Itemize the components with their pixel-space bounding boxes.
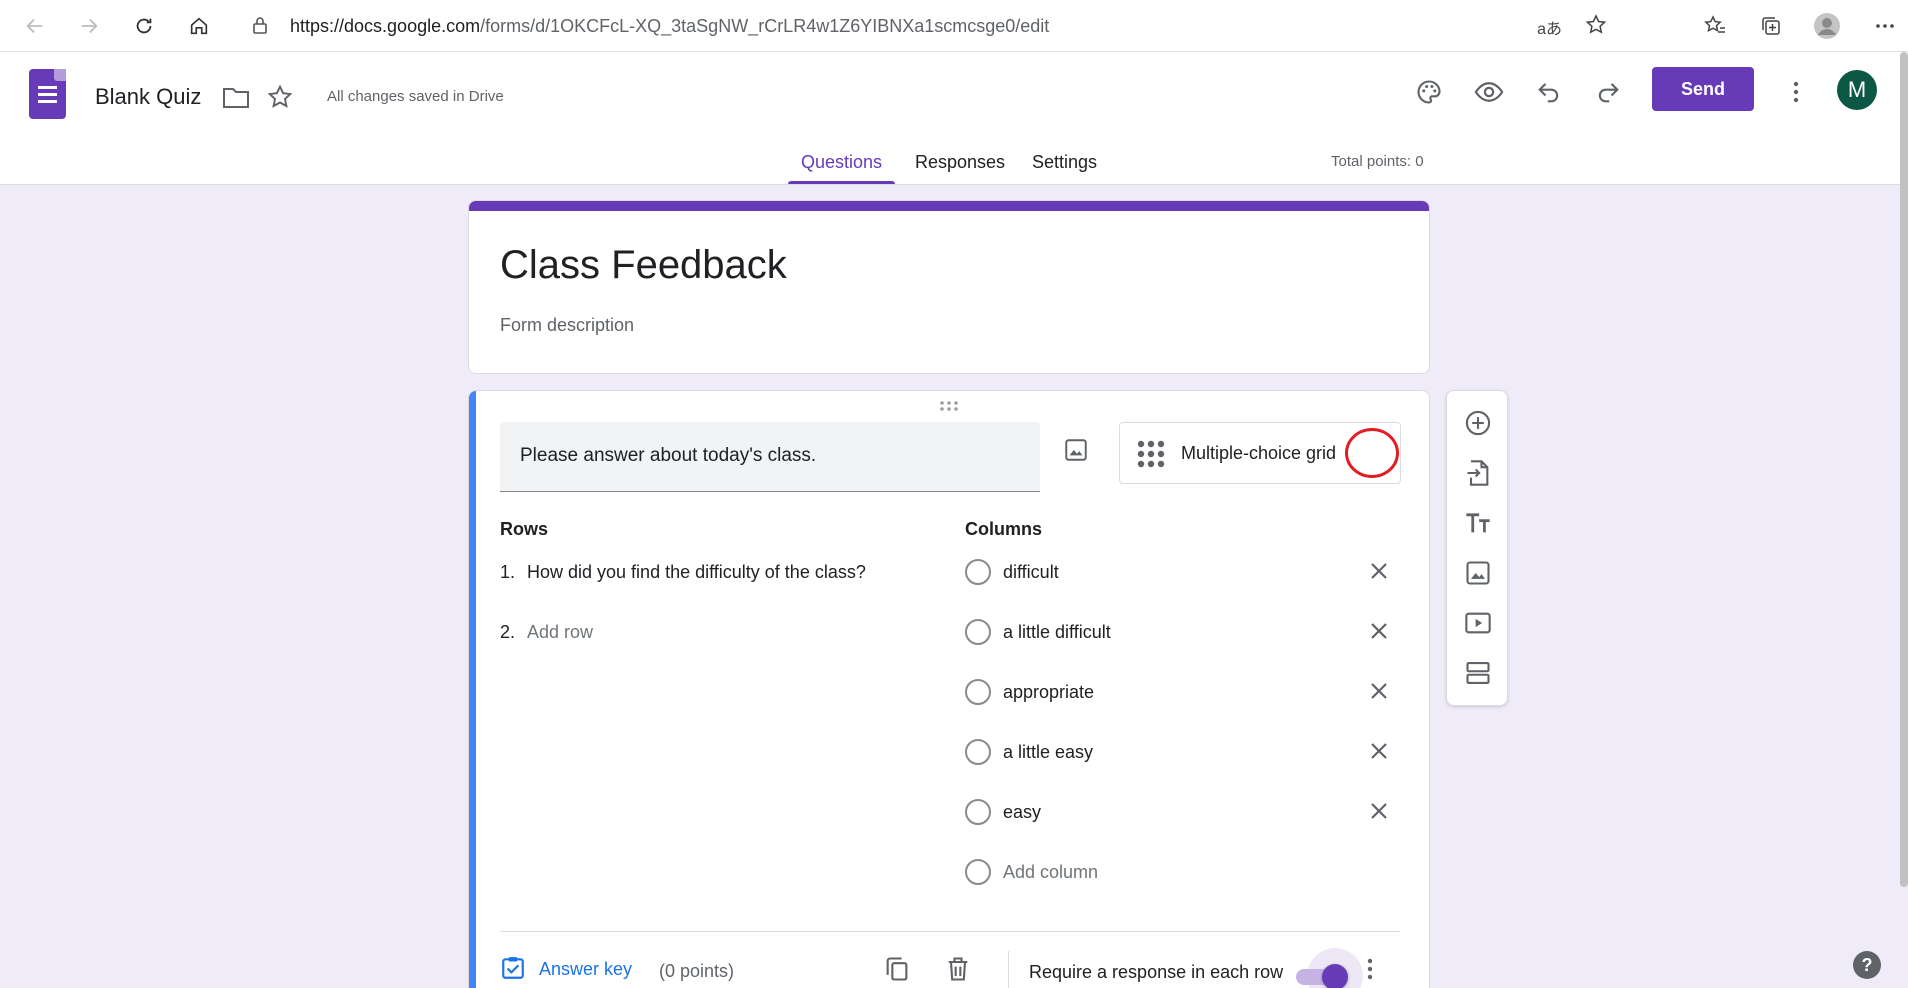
add-image-icon[interactable] bbox=[1463, 558, 1493, 588]
radio-circle-icon bbox=[965, 799, 991, 825]
folder-icon[interactable] bbox=[218, 79, 254, 115]
lock-icon bbox=[252, 16, 268, 39]
footer-vertical-divider bbox=[1008, 951, 1009, 988]
form-description-field[interactable]: Form description bbox=[500, 315, 634, 336]
form-title[interactable]: Class Feedback bbox=[500, 243, 787, 288]
column-text: difficult bbox=[1003, 562, 1059, 582]
question-card[interactable]: Please answer about today's class. Multi… bbox=[468, 390, 1430, 988]
floating-toolbar bbox=[1446, 390, 1508, 706]
grid-icon bbox=[1136, 439, 1166, 474]
add-column[interactable]: Add column bbox=[965, 859, 1401, 887]
url-text: https://docs.google.com/forms/d/1OKCFcL-… bbox=[290, 16, 1050, 36]
rows-label: Rows bbox=[500, 519, 549, 539]
forward-icon[interactable] bbox=[74, 11, 104, 41]
address-bar[interactable]: https://docs.google.com/forms/d/1OKCFcL-… bbox=[234, 7, 1666, 45]
remove-column-icon[interactable] bbox=[1369, 621, 1389, 646]
browser-menu-icon[interactable] bbox=[1870, 11, 1900, 41]
column-text: a little difficult bbox=[1003, 622, 1111, 642]
add-row[interactable]: 2. Add row bbox=[500, 622, 593, 643]
add-favorite-icon[interactable] bbox=[1584, 13, 1608, 42]
row-number: 1. bbox=[500, 562, 516, 582]
column-text: a little easy bbox=[1003, 742, 1094, 762]
remove-column-icon[interactable] bbox=[1369, 561, 1389, 586]
toggle-thumb[interactable] bbox=[1322, 964, 1348, 988]
grid-row[interactable]: 1. How did you find the difficulty of the… bbox=[500, 562, 866, 583]
translate-icon[interactable]: aあ bbox=[1537, 15, 1562, 39]
send-button[interactable]: Send bbox=[1652, 67, 1754, 111]
account-avatar[interactable]: M bbox=[1837, 70, 1877, 110]
back-icon[interactable] bbox=[20, 11, 50, 41]
undo-icon[interactable] bbox=[1531, 74, 1567, 110]
drag-handle-icon[interactable] bbox=[939, 399, 959, 417]
add-question-icon[interactable] bbox=[1463, 408, 1493, 438]
card-footer-divider bbox=[500, 931, 1400, 932]
grid-column[interactable]: appropriate bbox=[965, 679, 1401, 707]
answer-key-link[interactable]: Answer key bbox=[539, 959, 632, 980]
redo-icon[interactable] bbox=[1590, 74, 1626, 110]
question-type-label: Multiple-choice grid bbox=[1181, 443, 1337, 463]
add-image-icon[interactable] bbox=[1063, 437, 1089, 468]
tab-responses[interactable]: Responses bbox=[915, 152, 1005, 173]
browser-toolbar: https://docs.google.com/forms/d/1OKCFcL-… bbox=[0, 0, 1908, 52]
theme-bar bbox=[469, 201, 1429, 211]
palette-icon[interactable] bbox=[1411, 74, 1447, 110]
save-status: All changes saved in Drive bbox=[327, 88, 504, 105]
home-icon[interactable] bbox=[184, 11, 214, 41]
add-column-text: Add column bbox=[1003, 862, 1099, 882]
page-scrollbar[interactable] bbox=[1900, 52, 1908, 887]
grid-column[interactable]: difficult bbox=[965, 559, 1401, 587]
refresh-icon[interactable] bbox=[129, 11, 159, 41]
add-section-icon[interactable] bbox=[1463, 658, 1493, 688]
grid-column[interactable]: a little easy bbox=[965, 739, 1401, 767]
grid-column[interactable]: easy bbox=[965, 799, 1401, 827]
radio-circle-icon bbox=[965, 619, 991, 645]
remove-column-icon[interactable] bbox=[1369, 681, 1389, 706]
star-icon[interactable] bbox=[262, 79, 298, 115]
add-row-text: Add row bbox=[527, 622, 594, 642]
points-value: (0 points) bbox=[659, 961, 735, 981]
grid-column[interactable]: a little difficult bbox=[965, 619, 1401, 647]
favorites-icon[interactable] bbox=[1700, 11, 1730, 41]
columns-label: Columns bbox=[965, 519, 1043, 539]
require-response-label: Require a response in each row bbox=[1029, 962, 1284, 982]
collections-icon[interactable] bbox=[1756, 11, 1786, 41]
highlight-circle bbox=[1345, 428, 1399, 478]
import-questions-icon[interactable] bbox=[1463, 458, 1493, 488]
question-title-input[interactable]: Please answer about today's class. bbox=[500, 422, 1040, 492]
answer-key-checkbox-icon[interactable] bbox=[500, 955, 526, 986]
column-text: easy bbox=[1003, 802, 1042, 822]
add-video-icon[interactable] bbox=[1463, 608, 1493, 638]
remove-column-icon[interactable] bbox=[1369, 801, 1389, 826]
preview-eye-icon[interactable] bbox=[1471, 74, 1507, 110]
active-tab-indicator bbox=[788, 181, 895, 184]
row-number: 2. bbox=[500, 622, 516, 642]
delete-icon[interactable] bbox=[944, 955, 972, 988]
radio-circle-icon bbox=[965, 559, 991, 585]
forms-header: Blank Quiz All changes saved in Drive Se… bbox=[0, 52, 1908, 185]
more-options-icon[interactable] bbox=[1778, 74, 1814, 110]
tab-questions[interactable]: Questions bbox=[801, 152, 882, 173]
forms-logo-icon[interactable] bbox=[29, 69, 66, 119]
total-points: Total points: 0 bbox=[1331, 153, 1424, 170]
active-card-indicator bbox=[469, 391, 476, 988]
tab-settings[interactable]: Settings bbox=[1032, 152, 1097, 173]
form-header-card[interactable]: Class Feedback Form description bbox=[468, 200, 1430, 374]
question-title-text: Please answer about today's class. bbox=[520, 445, 817, 466]
help-icon[interactable]: ? bbox=[1853, 951, 1881, 979]
radio-circle-icon bbox=[965, 679, 991, 705]
add-title-icon[interactable] bbox=[1463, 508, 1493, 538]
remove-column-icon[interactable] bbox=[1369, 741, 1389, 766]
column-text: appropriate bbox=[1003, 682, 1095, 702]
row-text: How did you find the difficulty of the c… bbox=[527, 562, 866, 582]
question-more-icon[interactable] bbox=[1366, 957, 1374, 986]
document-title[interactable]: Blank Quiz bbox=[95, 84, 201, 110]
radio-circle-icon bbox=[965, 739, 991, 765]
profile-icon[interactable] bbox=[1812, 11, 1842, 41]
duplicate-icon[interactable] bbox=[883, 955, 911, 988]
radio-circle-icon bbox=[965, 859, 991, 885]
